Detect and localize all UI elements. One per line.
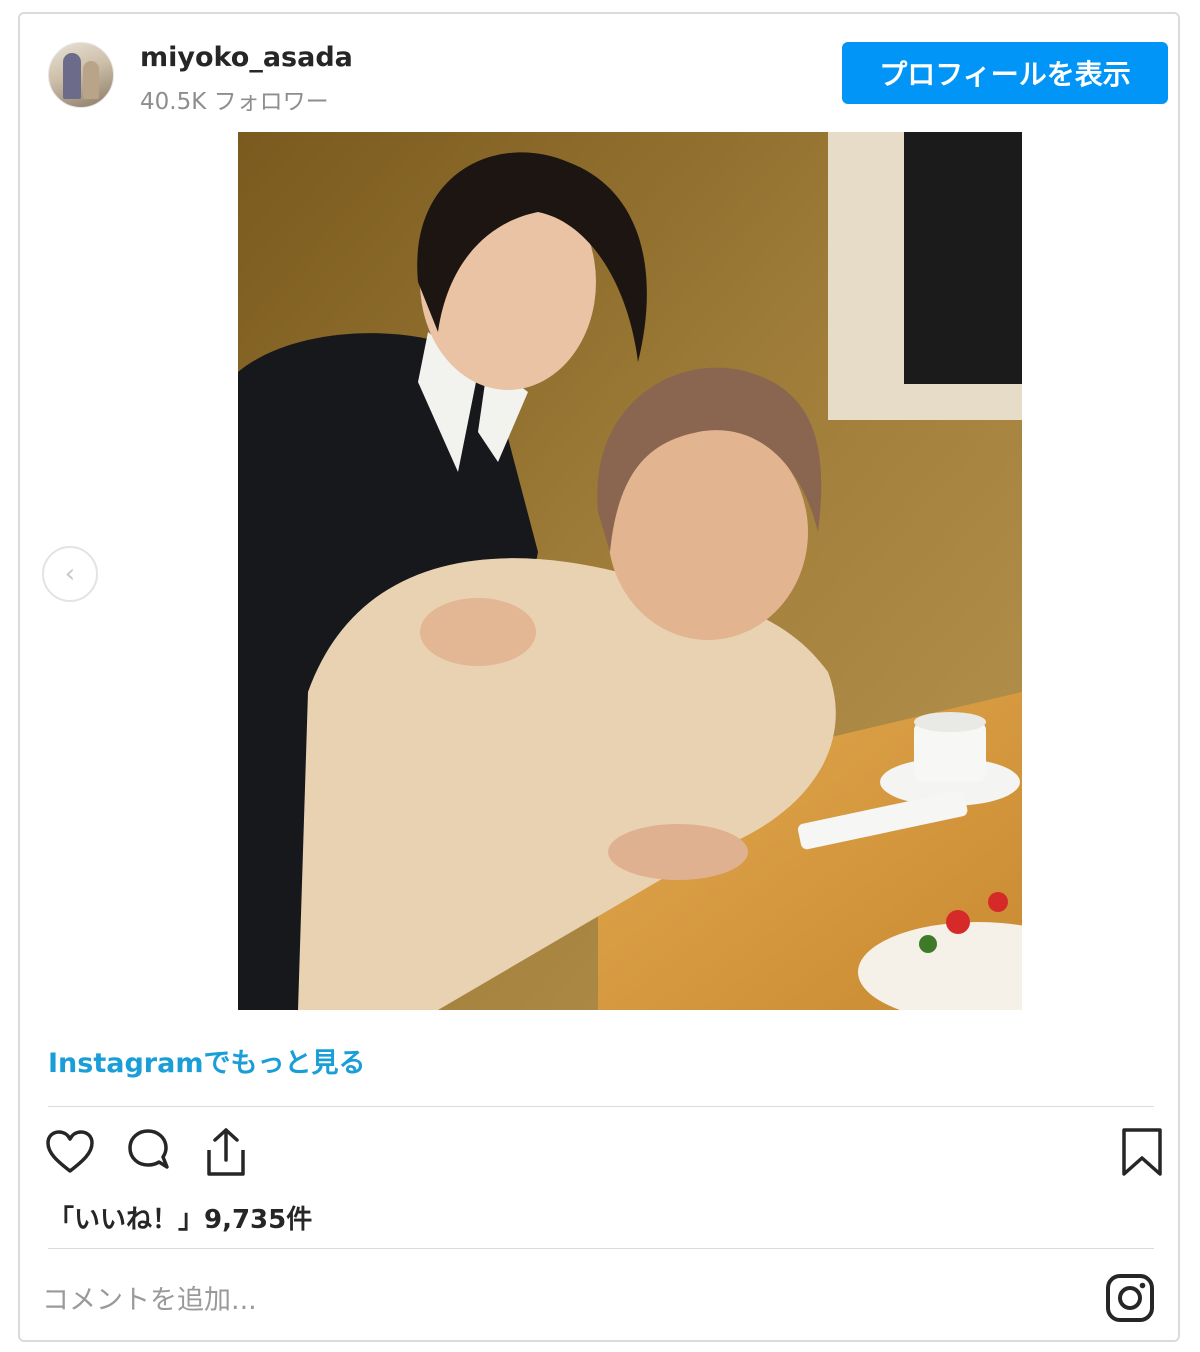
more-on-instagram-link[interactable]: Instagramでもっと見る bbox=[48, 1041, 365, 1080]
like-button[interactable] bbox=[42, 1124, 98, 1180]
photo-illustration bbox=[238, 132, 1022, 1010]
username[interactable]: miyoko_asada bbox=[140, 42, 353, 73]
post-photo[interactable] bbox=[238, 132, 1022, 1010]
instagram-icon[interactable] bbox=[1104, 1272, 1156, 1324]
heart-icon bbox=[46, 1130, 94, 1173]
instagram-embed-card: miyoko_asada 40.5K フォロワー プロフィールを表示 ‹ Ins… bbox=[18, 12, 1180, 1342]
carousel-prev-button[interactable]: ‹ bbox=[42, 546, 98, 602]
share-button[interactable] bbox=[198, 1124, 254, 1180]
like-count[interactable]: 「いいね！」9,735件 bbox=[48, 1199, 312, 1236]
divider bbox=[48, 1106, 1154, 1107]
view-profile-button[interactable]: プロフィールを表示 bbox=[842, 42, 1168, 104]
divider bbox=[48, 1248, 1154, 1249]
add-comment-field[interactable]: コメントを追加... bbox=[42, 1278, 257, 1317]
comment-icon bbox=[128, 1129, 169, 1169]
chevron-left-icon: ‹ bbox=[64, 559, 76, 589]
follower-count: 40.5K フォロワー bbox=[140, 89, 329, 115]
avatar[interactable] bbox=[48, 42, 114, 108]
post-header: miyoko_asada 40.5K フォロワー プロフィールを表示 bbox=[20, 14, 1178, 132]
comment-button[interactable] bbox=[120, 1124, 176, 1180]
bookmark-icon bbox=[1122, 1128, 1162, 1176]
action-bar bbox=[42, 1124, 1162, 1184]
save-button[interactable] bbox=[1114, 1124, 1170, 1180]
share-icon bbox=[207, 1128, 245, 1176]
